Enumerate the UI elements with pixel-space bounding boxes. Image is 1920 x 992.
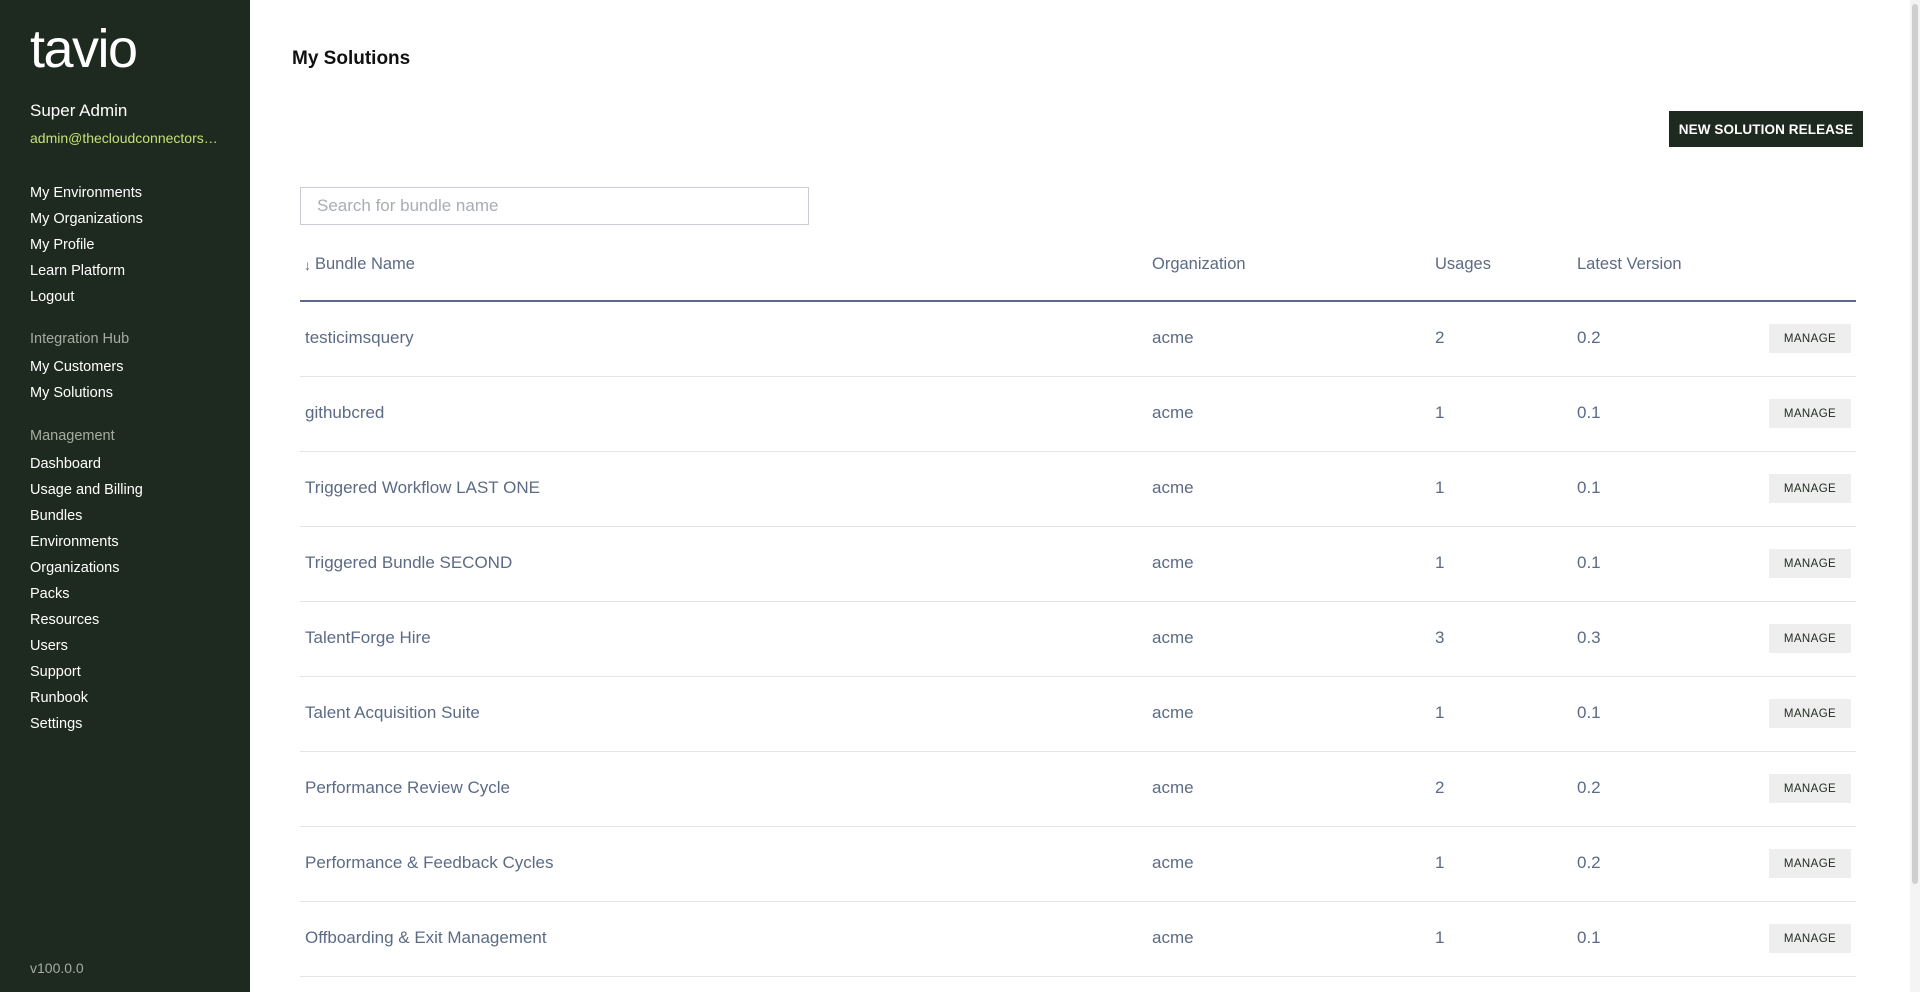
bundle-search-input[interactable] [300, 187, 809, 225]
organization-cell: acme [1152, 403, 1194, 422]
nav-runbook[interactable]: Runbook [30, 685, 230, 711]
bundle-name-cell: Performance & Feedback Cycles [305, 853, 554, 872]
organization-cell: acme [1152, 853, 1194, 872]
header-bundle-name-label: Bundle Name [315, 255, 415, 273]
table-row: Offboarding & Exit Management acme 1 0.1… [300, 902, 1856, 977]
nav-packs[interactable]: Packs [30, 581, 230, 607]
sidebar: tavio Super Admin admin@thecloudconnecto… [0, 0, 250, 992]
manage-button[interactable]: MANAGE [1769, 849, 1851, 878]
nav-logout[interactable]: Logout [30, 284, 230, 310]
version-cell: 0.1 [1577, 703, 1601, 722]
manage-button[interactable]: MANAGE [1769, 924, 1851, 953]
bundle-name-cell: githubcred [305, 403, 385, 422]
main-content: My Solutions NEW SOLUTION RELEASE ↓ Bund… [250, 0, 1920, 992]
app-root: tavio Super Admin admin@thecloudconnecto… [0, 0, 1920, 992]
usages-cell: 1 [1435, 478, 1445, 497]
usages-cell: 3 [1435, 628, 1445, 647]
organization-cell: acme [1152, 928, 1194, 947]
manage-button[interactable]: MANAGE [1769, 699, 1851, 728]
app-version: v100.0.0 [30, 960, 84, 976]
nav-learn-platform[interactable]: Learn Platform [30, 258, 230, 284]
usages-cell: 1 [1435, 403, 1445, 422]
header-usages: Usages [1435, 255, 1491, 273]
bundle-name-cell: Performance Review Cycle [305, 778, 511, 797]
organization-cell: acme [1152, 553, 1194, 572]
nav-my-solutions[interactable]: My Solutions [30, 380, 230, 406]
table-row: Performance & Feedback Cycles acme 1 0.2… [300, 827, 1856, 902]
nav-settings[interactable]: Settings [30, 711, 230, 737]
nav-organizations[interactable]: Organizations [30, 555, 230, 581]
manage-button[interactable]: MANAGE [1769, 774, 1851, 803]
account-nav: My Environments My Organizations My Prof… [30, 180, 230, 310]
usages-cell: 2 [1435, 778, 1445, 797]
version-cell: 0.1 [1577, 553, 1601, 572]
table-row: testicimsquery acme 2 0.2 MANAGE [300, 302, 1856, 377]
arrow-down-icon: ↓ [304, 256, 311, 273]
organization-cell: acme [1152, 778, 1194, 797]
version-cell: 0.1 [1577, 478, 1601, 497]
nav-resources[interactable]: Resources [30, 607, 230, 633]
table-row: githubcred acme 1 0.1 MANAGE [300, 377, 1856, 452]
header-organization: Organization [1152, 255, 1246, 273]
usages-cell: 1 [1435, 853, 1445, 872]
nav-dashboard[interactable]: Dashboard [30, 451, 230, 477]
organization-cell: acme [1152, 703, 1194, 722]
table-row: Triggered Bundle SECOND acme 1 0.1 MANAG… [300, 527, 1856, 602]
new-solution-release-button[interactable]: NEW SOLUTION RELEASE [1669, 111, 1863, 147]
header-latest-version: Latest Version [1577, 255, 1682, 273]
version-cell: 0.2 [1577, 778, 1601, 797]
page-title: My Solutions [292, 48, 411, 69]
nav-bundles[interactable]: Bundles [30, 503, 230, 529]
version-cell: 0.2 [1577, 853, 1601, 872]
user-email: admin@thecloudconnectors.com [30, 130, 220, 146]
bundle-name-cell: Triggered Workflow LAST ONE [305, 478, 540, 497]
table-header: ↓ Bundle Name Organization Usages Latest… [300, 240, 1856, 302]
table-row: Performance Review Cycle acme 2 0.2 MANA… [300, 752, 1856, 827]
nav-my-environments[interactable]: My Environments [30, 180, 230, 206]
integration-hub-nav: Integration Hub My Customers My Solution… [30, 324, 230, 406]
bundle-name-cell: Talent Acquisition Suite [305, 703, 480, 722]
usages-cell: 1 [1435, 553, 1445, 572]
organization-cell: acme [1152, 478, 1194, 497]
usages-cell: 1 [1435, 703, 1445, 722]
bundle-name-cell: Triggered Bundle SECOND [305, 553, 513, 572]
version-cell: 0.3 [1577, 628, 1601, 647]
organization-cell: acme [1152, 328, 1194, 347]
manage-button[interactable]: MANAGE [1769, 324, 1851, 353]
usages-cell: 1 [1435, 928, 1445, 947]
scrollbar-thumb[interactable] [1912, 4, 1918, 884]
usages-cell: 2 [1435, 328, 1445, 347]
nav-support[interactable]: Support [30, 659, 230, 685]
table-row: Talent Acquisition Suite acme 1 0.1 MANA… [300, 677, 1856, 752]
tavio-logo[interactable]: tavio [30, 22, 138, 76]
manage-button[interactable]: MANAGE [1769, 399, 1851, 428]
header-bundle-name[interactable]: ↓ Bundle Name [304, 255, 415, 274]
organization-cell: acme [1152, 628, 1194, 647]
page-scrollbar[interactable] [1910, 0, 1920, 992]
user-name: Super Admin [30, 101, 128, 120]
nav-usage-billing[interactable]: Usage and Billing [30, 477, 230, 503]
nav-users[interactable]: Users [30, 633, 230, 659]
manage-button[interactable]: MANAGE [1769, 549, 1851, 578]
version-cell: 0.1 [1577, 403, 1601, 422]
bundle-name-cell: testicimsquery [305, 328, 414, 347]
version-cell: 0.2 [1577, 328, 1601, 347]
nav-environments[interactable]: Environments [30, 529, 230, 555]
management-nav: Management Dashboard Usage and Billing B… [30, 421, 230, 737]
manage-button[interactable]: MANAGE [1769, 474, 1851, 503]
nav-my-profile[interactable]: My Profile [30, 232, 230, 258]
solutions-table: ↓ Bundle Name Organization Usages Latest… [300, 240, 1856, 977]
table-row: Triggered Workflow LAST ONE acme 1 0.1 M… [300, 452, 1856, 527]
version-cell: 0.1 [1577, 928, 1601, 947]
bundle-name-cell: Offboarding & Exit Management [305, 928, 547, 947]
management-heading: Management [30, 428, 115, 444]
bundle-name-cell: TalentForge Hire [305, 628, 431, 647]
nav-my-organizations[interactable]: My Organizations [30, 206, 230, 232]
manage-button[interactable]: MANAGE [1769, 624, 1851, 653]
integration-hub-heading: Integration Hub [30, 331, 130, 347]
table-row: TalentForge Hire acme 3 0.3 MANAGE [300, 602, 1856, 677]
nav-my-customers[interactable]: My Customers [30, 354, 230, 380]
